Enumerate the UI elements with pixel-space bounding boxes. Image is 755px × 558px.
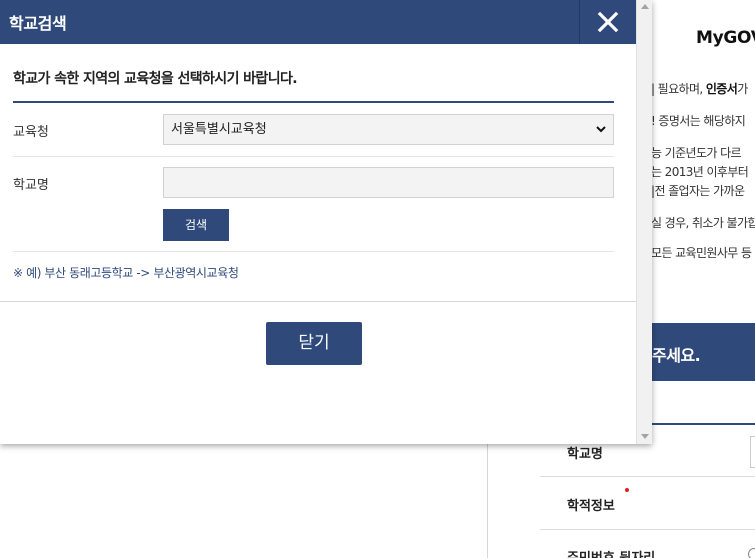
resident-number-row-label: 주민번호 뒷자리 [567, 547, 655, 558]
school-name-input[interactable] [163, 167, 614, 198]
row-divider [13, 156, 614, 157]
radio-button[interactable] [748, 548, 755, 558]
notice-line: |전 졸업자는 가까운 [651, 184, 745, 198]
notice-line: 모든 교육민원사무 등 [651, 246, 752, 260]
notice-line: | 필요하며, 인증서가 [651, 82, 748, 96]
school-name-row-label: 학교명 [567, 447, 603, 462]
notice-line: 실 경우, 취소가 불가합 [651, 216, 755, 230]
header-rule [13, 101, 614, 103]
instruction-text: 학교가 속한 지역의 교육청을 선택하시기 바랍니다. [13, 71, 298, 87]
mygov-logo: MyGOV [696, 28, 755, 48]
required-dot [625, 488, 629, 492]
vertical-scrollbar[interactable] [636, 0, 652, 444]
office-label: 교육청 [13, 125, 49, 140]
scroll-down-arrow-icon[interactable] [641, 434, 649, 439]
close-icon [597, 11, 619, 33]
close-footer-button[interactable]: 닫기 [266, 322, 362, 365]
education-office-select[interactable]: 서울특별시교육청 [163, 114, 614, 145]
school-search-popup: 학교검색 학교가 속한 지역의 교육청을 선택하시기 바랍니다. 교육청 서울특… [0, 0, 652, 444]
footer-rule [0, 301, 636, 302]
popup-title: 학교검색 [9, 14, 67, 33]
search-button[interactable]: 검색 [163, 209, 229, 241]
row-divider [13, 251, 614, 252]
academic-info-row-label: 학적정보 [567, 499, 615, 514]
scroll-up-arrow-icon[interactable] [641, 4, 649, 9]
popup-title-bar: 학교검색 [0, 0, 636, 44]
notice-line: ! 증명서는 해당하지 [651, 114, 746, 128]
school-name-field[interactable] [750, 436, 755, 468]
section-banner-text: 주세요. [652, 346, 701, 365]
notice-line: 는 2013년 이후부터 [651, 165, 749, 179]
school-label: 학교명 [13, 178, 49, 193]
notice-line: 능 기준년도가 다르 [651, 146, 742, 160]
close-button[interactable] [579, 0, 636, 44]
select-value: 서울특별시교육청 [171, 122, 267, 137]
example-note: ※ 예) 부산 동래고등학교 -> 부산광역시교육청 [13, 266, 239, 280]
chevron-down-icon [596, 126, 606, 133]
